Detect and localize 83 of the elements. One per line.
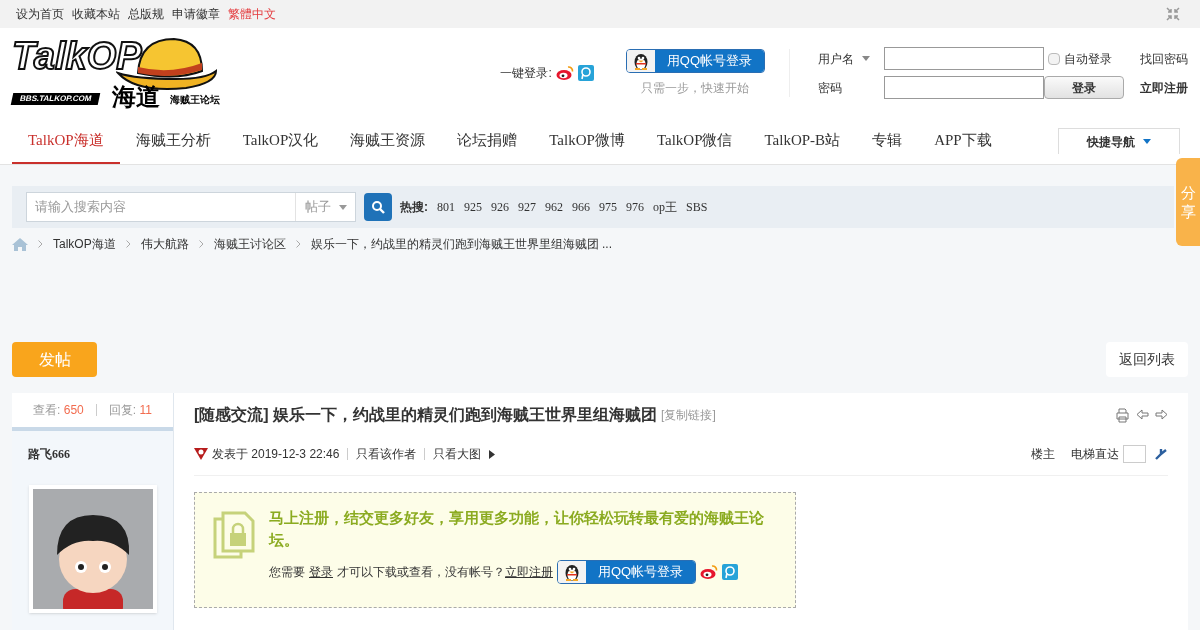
nav-tab[interactable]: 海贼王资源 <box>334 118 442 164</box>
nav-tab[interactable]: TalkOP海道 <box>12 118 120 164</box>
caret-icon[interactable] <box>338 204 347 210</box>
search-icon <box>371 200 385 214</box>
collapse-icon[interactable] <box>1166 7 1180 21</box>
forgot-password-link[interactable]: 找回密码 <box>1136 49 1188 68</box>
password-label: 密码 <box>818 79 843 97</box>
hot-search-link[interactable]: op王 <box>653 198 677 216</box>
hot-search-link[interactable]: 926 <box>491 198 509 216</box>
print-icon[interactable] <box>1115 407 1130 423</box>
big-images-link[interactable]: 只看大图 <box>433 445 482 463</box>
nav-tab[interactable]: TalkOP-B站 <box>748 118 857 164</box>
quick-login-hint: 只需一步，快速开始 <box>641 80 750 97</box>
hot-search-link[interactable]: 927 <box>518 198 536 216</box>
chevron-icon <box>125 240 131 248</box>
nav-tab[interactable]: 论坛捐赠 <box>441 118 534 164</box>
notice-text: 您需要 <box>269 564 305 581</box>
thread-title: [随感交流] 娱乐一下，约战里的精灵们跑到海贼王世界里组海贼团 <box>194 405 658 425</box>
weibo-icon[interactable] <box>700 564 719 580</box>
penguin-icon <box>563 562 581 582</box>
skull-badge-icon <box>194 448 208 460</box>
register-link[interactable]: 立即注册 <box>1136 78 1188 97</box>
author-name[interactable]: 路飞666 <box>28 445 157 463</box>
replies-count: 回复: 11 <box>108 402 152 419</box>
hot-search-link[interactable]: 976 <box>626 198 644 216</box>
hot-search-link[interactable]: SBS <box>686 198 708 216</box>
login-link[interactable]: 登录 <box>309 563 333 581</box>
breadcrumb-link[interactable]: 海贼王讨论区 <box>213 235 286 253</box>
nav-tab[interactable]: 海贼王分析 <box>119 118 227 164</box>
hot-search-label: 热搜: <box>400 199 428 216</box>
play-icon[interactable] <box>489 449 496 459</box>
site-logo[interactable]: TalkOP BBS.TALKOP.COM 海道 海贼王论坛 <box>12 37 218 109</box>
hot-search-link[interactable]: 925 <box>464 198 482 216</box>
password-field[interactable] <box>884 76 1044 99</box>
nav-tab[interactable]: TalkOP微信 <box>640 118 749 164</box>
username-field[interactable] <box>884 47 1044 70</box>
current-page-text: 娱乐一下，约战里的精灵们跑到海贼王世界里组海贼团 ... <box>310 236 613 253</box>
jump-label: 电梯直达 <box>1071 446 1119 463</box>
jump-icon[interactable] <box>1154 447 1168 461</box>
lock-document-icon <box>213 511 257 559</box>
top-link[interactable]: 申请徽章 <box>172 5 220 23</box>
top-link[interactable]: 设为首页 <box>16 5 64 23</box>
home-icon[interactable] <box>12 237 28 251</box>
notice-text: 才可以下载或查看，没有帐号？ <box>337 564 505 581</box>
nav-tab[interactable]: TalkOP微博 <box>533 118 641 164</box>
weibo-icon[interactable] <box>555 65 574 81</box>
qq-login-button[interactable]: 用QQ帐号登录 <box>625 49 765 73</box>
hot-search-link[interactable]: 801 <box>437 198 455 216</box>
auto-login-checkbox[interactable]: 自动登录 <box>1044 49 1136 68</box>
breadcrumb-link[interactable]: TalkOP海道 <box>53 235 116 253</box>
chevron-icon <box>198 240 204 248</box>
floor-field[interactable] <box>1123 445 1146 463</box>
top-link[interactable]: 收藏本站 <box>72 5 120 23</box>
register-link[interactable]: 立即注册 <box>505 563 553 581</box>
username-selector[interactable]: 用户名 <box>818 49 884 68</box>
caret-icon[interactable] <box>862 56 870 61</box>
p-badge-icon[interactable] <box>577 65 594 81</box>
hot-search-link[interactable]: 975 <box>599 198 617 216</box>
left-arrow-icon[interactable] <box>1136 407 1149 421</box>
floor-label: 楼主 <box>1031 446 1055 463</box>
search-button[interactable] <box>364 193 392 221</box>
register-headline: 马上注册，结交更多好友，享用更多功能，让你轻松玩转最有爱的海贼王论坛。 <box>269 508 765 550</box>
nav-tab[interactable]: TalkOP汉化 <box>226 118 335 164</box>
qq-login-button[interactable]: 用QQ帐号登录 <box>557 560 697 584</box>
caret-icon[interactable] <box>1143 139 1151 144</box>
p-badge-icon[interactable] <box>722 564 739 580</box>
back-to-list-button[interactable]: 返回列表 <box>1106 342 1188 377</box>
chevron-icon <box>38 240 43 248</box>
login-button[interactable]: 登录 <box>1044 76 1124 99</box>
views-count: 查看: 650 <box>33 402 84 419</box>
top-link[interactable]: 繁體中文 <box>228 5 276 23</box>
hot-search-link[interactable]: 962 <box>545 198 563 216</box>
hot-search-link[interactable]: 966 <box>572 198 590 216</box>
quick-login-label: 一键登录: <box>500 65 552 82</box>
chevron-icon <box>295 240 301 248</box>
only-author-link[interactable]: 只看该作者 <box>356 445 417 463</box>
right-arrow-icon[interactable] <box>1155 407 1168 421</box>
post-date: 发表于 2019-12-3 22:46 <box>212 446 340 463</box>
nav-tab[interactable]: APP下载 <box>918 118 1008 164</box>
breadcrumb-link[interactable]: 伟大航路 <box>140 235 189 253</box>
quick-nav-button[interactable]: 快捷导航 <box>1058 128 1180 154</box>
nav-tab[interactable]: 专辑 <box>856 118 919 164</box>
top-link[interactable]: 总版规 <box>128 5 164 23</box>
